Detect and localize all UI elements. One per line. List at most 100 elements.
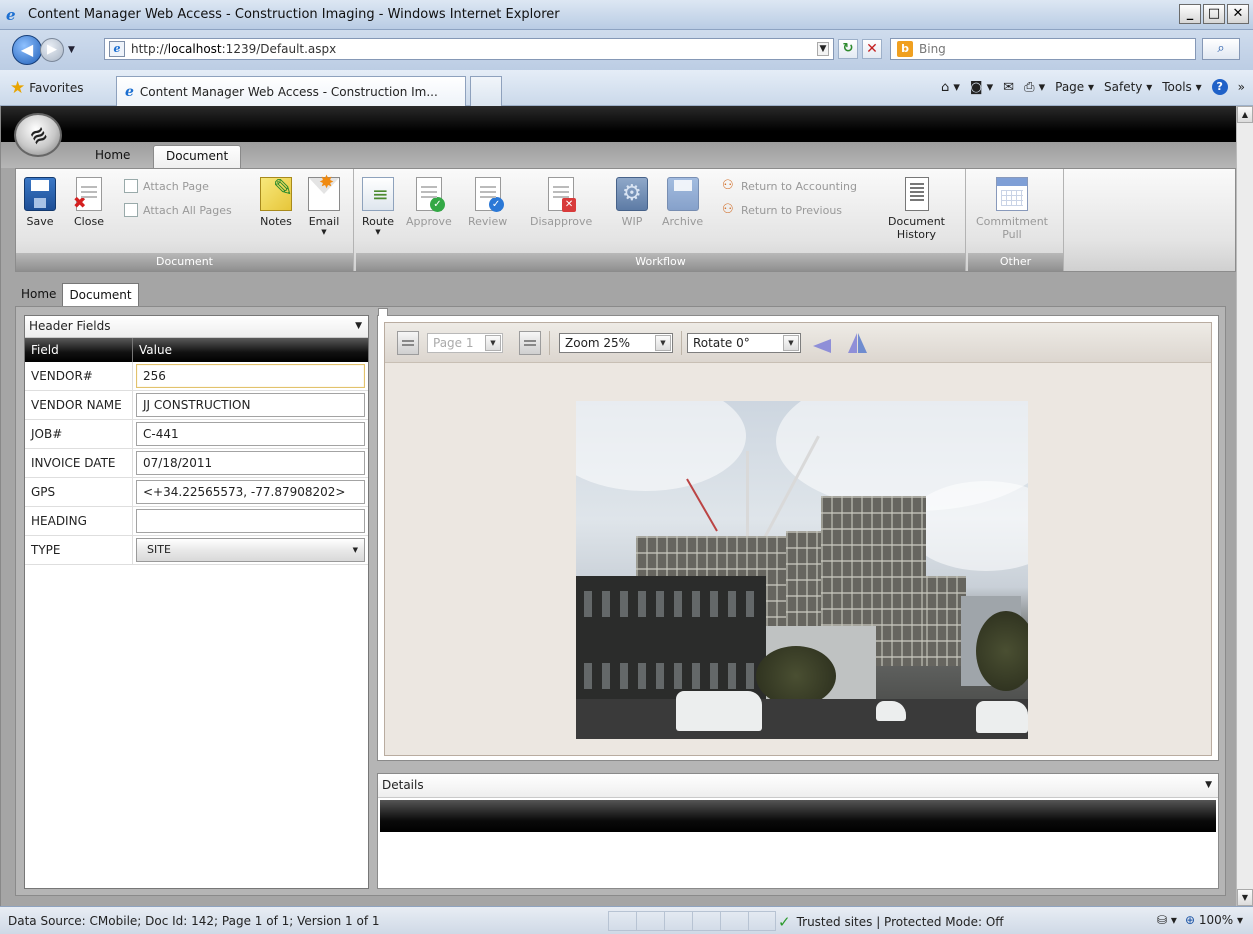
notes-button[interactable]: Notes (260, 174, 293, 228)
feeds-icon[interactable]: ◙ ▾ (970, 80, 993, 95)
ribbon-tab-home[interactable]: Home (83, 145, 142, 168)
history-dropdown-icon[interactable]: ▼ (68, 45, 75, 55)
new-tab-button[interactable] (470, 76, 502, 106)
scroll-up-icon[interactable]: ▲ (1237, 106, 1253, 123)
flip-horizontal-icon[interactable] (811, 331, 835, 355)
close-window-button[interactable]: ✕ (1227, 4, 1249, 24)
forward-arrow-icon: ▶ (47, 42, 57, 57)
job-number-input[interactable]: C-441 (136, 422, 365, 446)
close-button[interactable]: ✖ Close (73, 177, 104, 228)
browser-tab-title: Content Manager Web Access - Constructio… (139, 84, 438, 99)
mirror-vertical-icon[interactable] (845, 331, 869, 355)
field-label-gps: GPS (25, 478, 133, 506)
approve-button[interactable]: ✓ Approve (406, 177, 452, 228)
route-button[interactable]: Route ▼ (362, 177, 394, 236)
url-text: http://localhost:1239/Default.aspx (131, 42, 337, 56)
previous-page-icon[interactable] (397, 331, 419, 355)
favorites-star-icon[interactable]: ★ (10, 78, 25, 98)
collapse-chevron-icon[interactable]: ▼ (355, 316, 362, 337)
header-fields-title: Header Fields (29, 319, 111, 333)
security-zone[interactable]: ✓ Trusted sites | Protected Mode: Off (778, 913, 1004, 931)
table-row: GPS <+34.22565573, -77.87908202> (25, 478, 368, 507)
vendor-number-input[interactable]: 256 (136, 364, 365, 388)
chevron-down-icon: ▼ (485, 335, 501, 351)
ribbon-tab-document[interactable]: Document (153, 145, 242, 168)
chevron-more-icon[interactable]: » (1238, 80, 1245, 94)
mail-icon[interactable]: ✉ (1003, 80, 1014, 95)
wip-button[interactable]: WIP (616, 177, 648, 228)
forward-button[interactable]: ▶ (40, 38, 64, 62)
ribbon-group-other: Commitment Pull Other (968, 169, 1064, 271)
zoom-icon: ⊕ (1184, 913, 1196, 927)
document-history-button[interactable]: Document History (888, 177, 945, 241)
next-page-icon[interactable] (519, 331, 541, 355)
page-menu[interactable]: Page ▾ (1055, 80, 1094, 94)
stop-button[interactable]: ✕ (862, 39, 882, 59)
home-icon[interactable]: ⌂ ▾ (941, 80, 960, 95)
page-scrollbar[interactable]: ▲ ▼ (1236, 106, 1253, 906)
back-button[interactable]: ◀ (12, 35, 42, 65)
window-titlebar: e Content Manager Web Access - Construct… (0, 0, 1253, 30)
archive-button[interactable]: Archive (662, 177, 703, 228)
browser-tab[interactable]: e Content Manager Web Access - Construct… (116, 76, 466, 106)
type-select[interactable]: SITE ▼ (136, 538, 365, 562)
details-panel: Details ▼ (377, 773, 1219, 889)
ribbon-tab-row: Home Document (1, 142, 1236, 168)
app-area: ≋ Home Document Save ✖ Close Attach Page… (0, 106, 1253, 906)
page-tab-home[interactable]: Home (15, 283, 62, 307)
collapse-chevron-icon[interactable]: ▼ (1205, 774, 1212, 797)
ribbon: Save ✖ Close Attach Page Attach All Page… (15, 168, 1236, 272)
invoice-date-input[interactable]: 07/18/2011 (136, 451, 365, 475)
return-to-accounting-button[interactable]: ⚇ Return to Accounting (722, 179, 857, 193)
field-label-heading: HEADING (25, 507, 133, 535)
field-label-vendor-number: VENDOR# (25, 362, 133, 390)
page-tab-document[interactable]: Document (62, 283, 139, 307)
status-bar: Data Source: CMobile; Doc Id: 142; Page … (0, 906, 1253, 934)
print-icon[interactable]: ⎙ ▾ (1024, 80, 1045, 95)
refresh-button[interactable]: ↻ (838, 39, 858, 59)
calendar-icon (995, 177, 1028, 211)
attach-page-button[interactable]: Attach Page (124, 179, 209, 193)
return-people-icon: ⚇ (722, 178, 734, 193)
app-logo-icon[interactable]: ≋ (14, 113, 62, 157)
protected-mode-icon[interactable]: ⛁ ▾ (1157, 913, 1177, 927)
address-dropdown-icon[interactable]: ▼ (817, 42, 829, 56)
header-fields-title-bar[interactable]: Header Fields ▼ (25, 316, 368, 338)
save-button[interactable]: Save (24, 177, 56, 228)
commitment-pull-button[interactable]: Commitment Pull (976, 177, 1048, 241)
tools-menu[interactable]: Tools ▾ (1162, 80, 1201, 94)
attach-all-pages-button[interactable]: Attach All Pages (124, 203, 232, 217)
viewer-frame: Page 1 ▼ Zoom 25% ▼ Rotate 0° ▼ (384, 322, 1212, 756)
heading-input[interactable] (136, 509, 365, 533)
gps-input[interactable]: <+34.22565573, -77.87908202> (136, 480, 365, 504)
minimize-button[interactable]: _ (1179, 4, 1201, 24)
viewer-tab[interactable] (378, 308, 388, 316)
rotate-select[interactable]: Rotate 0° ▼ (687, 333, 801, 353)
favorites-button[interactable]: Favorites (29, 81, 83, 95)
address-field[interactable]: e http://localhost:1239/Default.aspx ▼ (104, 38, 834, 60)
document-image[interactable] (576, 401, 1028, 739)
zoom-control[interactable]: ⊕ 100% ▾ (1185, 913, 1243, 927)
review-button[interactable]: ✓ Review (468, 177, 507, 228)
group-label-workflow: Workflow (356, 253, 965, 271)
vendor-name-input[interactable]: JJ CONSTRUCTION (136, 393, 365, 417)
email-button[interactable]: Email ▼ (308, 172, 340, 236)
zoom-select[interactable]: Zoom 25% ▼ (559, 333, 673, 353)
page-select[interactable]: Page 1 ▼ (427, 333, 503, 353)
status-right: ⛁ ▾ ⊕ 100% ▾ (1157, 913, 1243, 927)
disapprove-button[interactable]: ✕ Disapprove (530, 177, 592, 228)
refresh-icon: ↻ (842, 41, 854, 56)
table-row: TYPE SITE ▼ (25, 536, 368, 565)
return-to-previous-button[interactable]: ⚇ Return to Previous (722, 203, 842, 217)
type-selected-value: SITE (147, 543, 171, 556)
scroll-down-icon[interactable]: ▼ (1237, 889, 1253, 906)
approve-icon: ✓ (415, 177, 445, 212)
search-input[interactable]: b Bing (890, 38, 1196, 60)
help-icon[interactable]: ? (1211, 79, 1228, 95)
safety-menu[interactable]: Safety ▾ (1104, 80, 1152, 94)
search-button[interactable]: ⌕ (1202, 38, 1240, 60)
details-title-bar[interactable]: Details ▼ (378, 774, 1218, 798)
maximize-button[interactable]: □ (1203, 4, 1225, 24)
email-dropdown-icon: ▼ (321, 228, 327, 236)
field-label-vendor-name: VENDOR NAME (25, 391, 133, 419)
